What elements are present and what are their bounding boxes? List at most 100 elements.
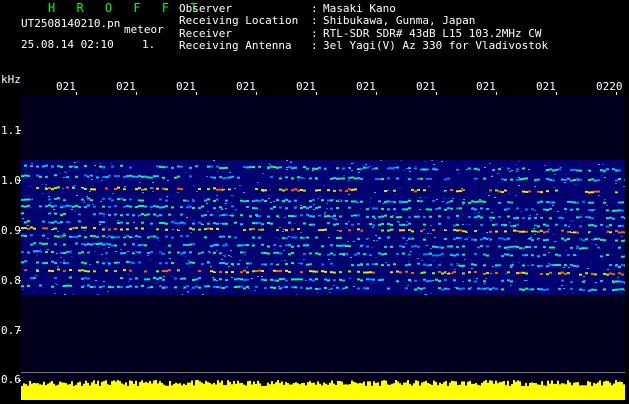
- spectrogram-pixel: [306, 263, 309, 266]
- spectrogram-pixel: [460, 199, 462, 200]
- spectrogram-pixel: [240, 271, 243, 274]
- spectrogram-pixel: [51, 228, 53, 229]
- signal-level-bar: [229, 381, 231, 400]
- spectrogram-pixel: [564, 182, 566, 183]
- spectrogram-pixel: [468, 201, 471, 204]
- signal-level-bar: [497, 383, 499, 400]
- spectrogram-pixel: [267, 245, 270, 248]
- spectrogram-pixel: [453, 224, 456, 227]
- spectrogram-pixel: [495, 271, 498, 274]
- spectrogram-pixel: [168, 213, 171, 216]
- spectrogram-pixel: [558, 254, 561, 257]
- spectrogram-pixel: [462, 214, 464, 215]
- spectrogram-pixel: [120, 277, 123, 280]
- spectrogram-pixel: [81, 285, 84, 288]
- spectrogram-pixel: [147, 278, 150, 281]
- signal-level-bar: [405, 382, 407, 400]
- spectrogram-pixel: [330, 202, 332, 203]
- signal-level-bar: [535, 383, 537, 400]
- spectrogram-pixel: [283, 229, 285, 230]
- spectrogram-pixel: [206, 203, 208, 204]
- spectrogram-pixel: [69, 269, 72, 272]
- spectrogram-pixel: [138, 215, 140, 216]
- spectrogram-pixel: [516, 223, 519, 226]
- spectrogram-pixel: [171, 236, 174, 239]
- spectrogram-pixel: [426, 208, 429, 211]
- spectrogram-pixel: [456, 168, 459, 171]
- signal-level-bar: [583, 385, 585, 400]
- spectrogram-pixel: [283, 250, 285, 251]
- spectrogram-pixel: [174, 176, 177, 179]
- spectrogram-pixel: [63, 177, 65, 178]
- spectrogram-pixel: [114, 236, 117, 239]
- spectrogram-pixel: [130, 293, 132, 294]
- spectrogram-pixel: [225, 244, 228, 247]
- spectrogram-pixel: [399, 216, 402, 219]
- spectrogram-pixel: [481, 273, 483, 274]
- spectrogram-pixel: [564, 224, 567, 227]
- spectrogram-pixel: [468, 224, 470, 225]
- spectrogram-pixel: [525, 171, 527, 172]
- spectrogram-pixel: [111, 165, 114, 168]
- spectrogram-pixel: [300, 176, 303, 179]
- spectrogram-pixel: [552, 264, 555, 267]
- spectrogram-pixel: [507, 271, 510, 274]
- signal-level-bar: [171, 385, 173, 400]
- spectrogram-pixel: [120, 221, 123, 224]
- spectrogram-pixel: [350, 257, 352, 258]
- spectrogram-pixel: [30, 165, 33, 168]
- spectrogram-pixel: [354, 177, 357, 180]
- spectrogram-pixel: [204, 213, 207, 216]
- spectrogram-pixel: [31, 163, 33, 164]
- spectrogram-pixel: [345, 222, 348, 225]
- spectrogram-pixel: [429, 252, 432, 255]
- spectrogram-pixel: [198, 286, 201, 289]
- spectrogram-pixel: [36, 187, 39, 190]
- spectrogram-pixel: [287, 227, 289, 228]
- spectrogram-pixel: [576, 245, 579, 248]
- spectrogram-pixel: [165, 199, 168, 202]
- signal-level-bar: [601, 385, 603, 400]
- spectrogram-pixel: [48, 198, 51, 201]
- spectrogram-pixel: [342, 253, 345, 256]
- time-tick-mark: [196, 92, 197, 95]
- signal-level-bar: [507, 380, 509, 400]
- spectrogram-pixel: [51, 260, 54, 263]
- signal-level-bar: [33, 382, 35, 400]
- spectrogram-pixel: [264, 189, 267, 192]
- spectrogram-pixel: [64, 264, 66, 265]
- spectrogram-pixel: [69, 250, 72, 253]
- spectrogram-pixel: [381, 178, 384, 181]
- spectrogram-pixel: [333, 199, 335, 200]
- spectrogram-pixel: [516, 216, 519, 219]
- spectrogram-pixel: [106, 237, 108, 238]
- spectrogram-pixel: [367, 252, 369, 253]
- spectrogram-pixel: [349, 278, 351, 279]
- signal-level-bar: [121, 383, 123, 400]
- spectrogram-pixel: [30, 243, 33, 246]
- spectrogram-pixel: [285, 263, 288, 266]
- spectrogram-pixel: [563, 288, 565, 289]
- spectrogram-pixel: [66, 186, 69, 189]
- spectrogram-pixel: [518, 161, 520, 162]
- spectrogram-pixel: [576, 178, 579, 181]
- spectrogram-pixel: [405, 264, 408, 267]
- spectrogram-pixel: [132, 262, 135, 265]
- spectrogram-pixel: [590, 259, 592, 260]
- spectrogram-pixel: [300, 214, 303, 217]
- spectrogram-pixel: [91, 179, 93, 180]
- spectrogram-pixel: [559, 223, 561, 224]
- spectrogram-pixel: [552, 169, 555, 172]
- spectrogram-pixel: [216, 250, 218, 251]
- spectrogram-pixel: [357, 214, 360, 217]
- spectrogram-pixel: [209, 252, 211, 253]
- spectrogram-pixel: [414, 288, 417, 291]
- spectrogram-pixel: [139, 187, 141, 188]
- spectrogram-pixel: [66, 221, 69, 224]
- spectrogram-pixel: [159, 165, 162, 168]
- spectrogram-pixel: [102, 197, 105, 200]
- meteor-label: meteor: [124, 23, 164, 36]
- spectrogram-pixel: [527, 239, 529, 240]
- spectrogram-pixel: [297, 245, 300, 248]
- spectrogram-pixel: [187, 291, 189, 292]
